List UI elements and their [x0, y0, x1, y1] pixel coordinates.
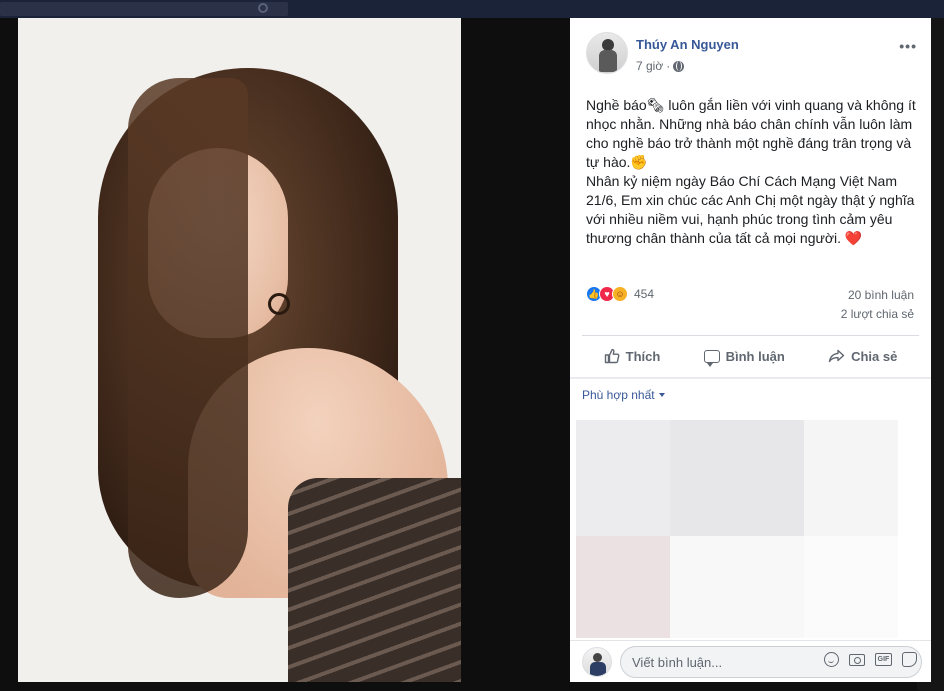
comment-composer: GIF	[570, 640, 931, 682]
more-options-icon[interactable]: •••	[899, 38, 917, 54]
blurred-comment-block	[670, 536, 804, 638]
camera-icon[interactable]	[849, 653, 865, 666]
shares-count[interactable]: 2 lượt chia sẻ	[841, 307, 914, 321]
globe-icon	[673, 60, 685, 72]
blurred-comment-block	[804, 420, 898, 536]
photo-hair-front	[128, 78, 248, 598]
post-actions: Thích Bình luận Chia sẻ	[582, 340, 919, 372]
photo-dress	[288, 478, 461, 682]
background-top-bar	[0, 0, 944, 18]
search-icon	[258, 3, 268, 13]
post-panel: Thúy An Nguyen 7 giờ · ••• Nghề báo🗞 luô…	[570, 18, 931, 682]
photo-earring	[268, 293, 290, 315]
section-separator	[570, 377, 931, 379]
hidden-comments-area	[576, 420, 898, 638]
comment-bubble-icon	[703, 349, 720, 367]
divider	[582, 335, 919, 336]
comments-count[interactable]: 20 bình luận	[848, 288, 914, 302]
blurred-comment-block	[576, 420, 670, 536]
share-button[interactable]: Chia sẻ	[828, 349, 897, 364]
blurred-comment-block	[670, 420, 804, 536]
post-time[interactable]: 7 giờ	[636, 59, 663, 73]
gif-icon[interactable]: GIF	[875, 653, 892, 666]
meta-separator: ·	[666, 59, 671, 73]
comment-button[interactable]: Bình luận	[703, 348, 785, 367]
share-arrow-icon	[828, 349, 845, 363]
care-reaction-icon: ☺	[612, 286, 628, 302]
sort-label: Phù hợp nhất	[582, 388, 655, 402]
sticker-icon[interactable]	[902, 652, 917, 667]
post-header: Thúy An Nguyen 7 giờ · •••	[586, 32, 919, 76]
like-button[interactable]: Thích	[604, 348, 661, 364]
author-name[interactable]: Thúy An Nguyen	[636, 37, 739, 52]
comment-sort-dropdown[interactable]: Phù hợp nhất	[582, 388, 665, 402]
post-photo[interactable]	[18, 18, 461, 682]
like-label: Thích	[625, 348, 661, 364]
share-label: Chia sẻ	[851, 348, 898, 364]
caret-down-icon	[658, 393, 665, 397]
post-meta: 7 giờ ·	[636, 59, 685, 73]
author-avatar[interactable]	[586, 32, 628, 74]
thumbs-up-icon	[604, 348, 620, 364]
composer-icons: GIF	[824, 652, 917, 667]
blurred-comment-block	[804, 536, 898, 638]
post-text: Nghề báo🗞 luôn gắn liền với vinh quang v…	[586, 97, 916, 246]
blurred-comment-block	[576, 536, 670, 638]
smile-icon[interactable]	[824, 652, 839, 667]
background-search-bar	[0, 2, 288, 16]
current-user-avatar[interactable]	[582, 647, 612, 677]
reaction-count[interactable]: 454	[634, 287, 654, 301]
comment-label: Bình luận	[725, 348, 785, 364]
